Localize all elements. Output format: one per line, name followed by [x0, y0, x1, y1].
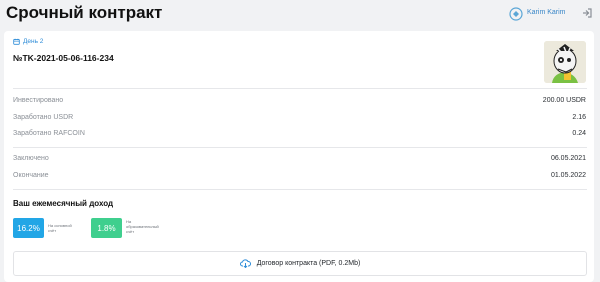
contract-number: №TK-2021-05-06-116-234 — [13, 53, 114, 63]
education-account-caption-line: счёт — [126, 229, 135, 234]
user-name-link[interactable]: Karim Karim — [527, 9, 566, 16]
end-date-value: 01.05.2022 — [550, 172, 586, 179]
education-account-rate: 1.8% — [91, 218, 122, 238]
day-badge: День 2 — [13, 38, 43, 45]
concluded-value: 06.05.2021 — [550, 155, 586, 162]
brand-logo-icon[interactable] — [509, 7, 523, 21]
end-date-label: Окончание — [13, 172, 49, 179]
page-title: Срочный контракт — [6, 3, 163, 22]
earned-usdr-value: 2.16 — [572, 114, 586, 121]
download-contract-label: Договор контракта (PDF, 0.2Mb) — [256, 260, 361, 267]
day-badge-label: День 2 — [23, 38, 44, 45]
invested-value: 200.00 USDR — [542, 97, 586, 104]
divider — [13, 147, 587, 148]
divider — [13, 88, 587, 89]
earned-rafcoin-value: 0.24 — [572, 130, 586, 137]
avatar — [544, 41, 586, 83]
invested-label: Инвестировано — [13, 97, 64, 104]
education-account-caption: На образовательный счёт — [126, 219, 159, 234]
cloud-download-icon — [239, 259, 251, 268]
contract-card — [4, 31, 594, 282]
main-account-rate: 16.2% — [13, 218, 44, 238]
monthly-income-title: Ваш ежемесячный доход — [13, 199, 114, 208]
download-contract-button[interactable]: Договор контракта (PDF, 0.2Mb) — [13, 251, 587, 276]
top-bar: Срочный контракт Karim Karim — [0, 0, 600, 30]
concluded-label: Заключено — [13, 155, 49, 162]
divider — [13, 189, 587, 190]
earned-usdr-label: Заработано USDR — [13, 114, 74, 121]
earned-rafcoin-label: Заработано RAFCOIN — [13, 130, 85, 137]
calendar-icon — [13, 38, 20, 45]
main-account-caption-line: счёт — [48, 228, 57, 233]
logout-icon[interactable] — [580, 6, 594, 20]
main-account-caption: На основной счёт — [48, 223, 72, 233]
